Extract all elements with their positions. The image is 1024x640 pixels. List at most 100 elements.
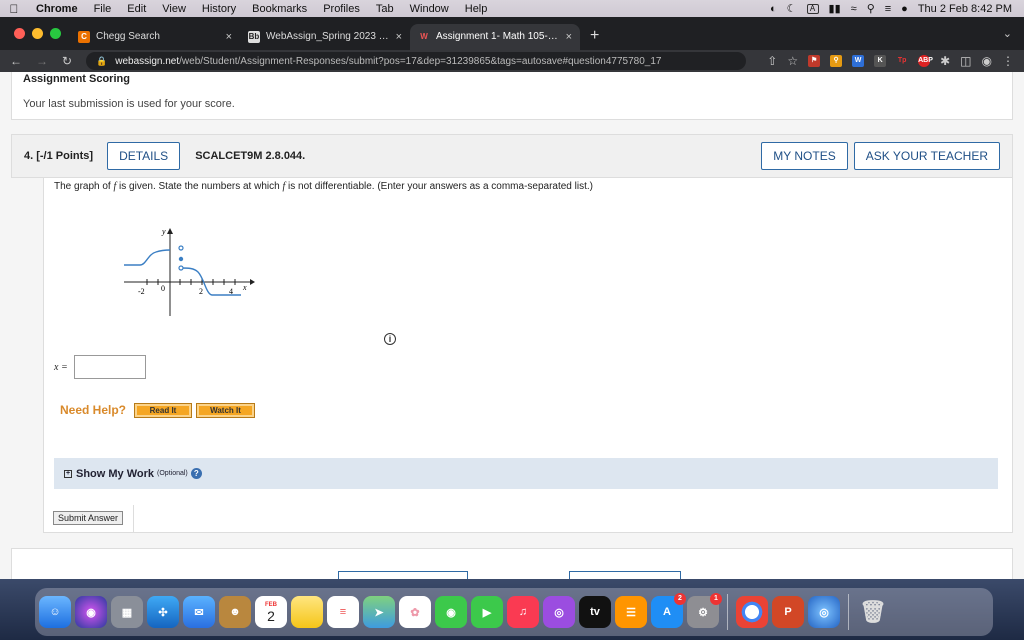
globe-icon[interactable]: ◎	[808, 596, 840, 628]
extension-k-icon[interactable]: K	[874, 55, 887, 67]
menu-edit[interactable]: Edit	[119, 3, 154, 15]
help-question-icon[interactable]: ?	[190, 468, 202, 479]
spotlight-search-icon[interactable]: ⚲	[867, 2, 875, 15]
menu-history[interactable]: History	[194, 3, 244, 15]
profile-avatar-icon[interactable]: ◉	[982, 54, 992, 68]
apple-icon[interactable]: 	[0, 2, 28, 16]
photos-icon[interactable]: ✿	[399, 596, 431, 628]
menu-bookmarks[interactable]: Bookmarks	[244, 3, 315, 15]
powerpoint-icon[interactable]: P	[772, 596, 804, 628]
bookmark-star-icon[interactable]: ☆	[787, 54, 798, 68]
minimize-window-icon[interactable]	[32, 28, 43, 39]
browser-menu-icon[interactable]: ⋮	[1002, 54, 1014, 68]
nav-buttons: ← → ↻	[0, 54, 86, 68]
partial-button-outline[interactable]	[338, 571, 468, 579]
new-tab-button[interactable]: +	[580, 27, 609, 45]
facetime-icon[interactable]: ▶	[471, 596, 503, 628]
system-settings-icon[interactable]: ⚙ 1	[687, 593, 722, 628]
tab-chegg-search[interactable]: C Chegg Search ×	[70, 24, 240, 50]
blackboard-favicon-icon: Bb	[248, 30, 260, 43]
books-icon[interactable]: ☰	[615, 596, 647, 628]
calendar-icon[interactable]: FEB 2	[255, 596, 287, 628]
contacts-icon[interactable]: ☻	[219, 596, 251, 628]
mail-icon[interactable]: ✉	[183, 596, 215, 628]
menu-tab[interactable]: Tab	[368, 3, 402, 15]
wifi-icon[interactable]: ≈	[851, 3, 857, 15]
zoom-window-icon[interactable]	[50, 28, 61, 39]
webassign-page: Assignment Scoring Your last submission …	[0, 72, 1024, 579]
browser-toolbar: ← → ↻ 🔒 webassign.net /web/Student/Assig…	[0, 50, 1024, 72]
tab-title: Chegg Search	[96, 31, 160, 42]
back-arrow-icon[interactable]: ←	[10, 54, 22, 68]
address-bar[interactable]: 🔒 webassign.net /web/Student/Assignment-…	[86, 52, 746, 70]
assignment-scoring-title: Assignment Scoring	[23, 73, 130, 85]
close-tab-icon[interactable]: ×	[226, 31, 232, 43]
chrome-icon[interactable]	[736, 596, 768, 628]
safari-icon[interactable]: ✣	[147, 596, 179, 628]
watch-it-button[interactable]: Watch It	[196, 403, 255, 418]
menu-help[interactable]: Help	[457, 3, 496, 15]
maps-icon[interactable]: ➤	[363, 596, 395, 628]
question-code: SCALCET9M 2.8.044.	[195, 150, 306, 162]
read-it-button[interactable]: Read It	[134, 403, 192, 418]
side-panel-icon[interactable]: ◫	[960, 54, 971, 68]
close-tab-icon[interactable]: ×	[566, 31, 572, 43]
tv-label: tv	[590, 606, 600, 618]
messages-icon[interactable]: ◉	[435, 596, 467, 628]
close-tab-icon[interactable]: ×	[396, 31, 402, 43]
forward-arrow-icon[interactable]: →	[36, 54, 48, 68]
question-text-part: The graph of	[54, 181, 114, 192]
optional-label: (Optional)	[157, 470, 188, 477]
reload-icon[interactable]: ↻	[62, 54, 72, 68]
tab-assignment-1[interactable]: W Assignment 1- Math 105-Sprin ×	[410, 23, 580, 50]
app-store-icon[interactable]: A2	[651, 593, 686, 628]
show-my-work-label[interactable]: Show My Work	[76, 468, 154, 480]
menu-window[interactable]: Window	[402, 3, 457, 15]
question-header: 4. [-/1 Points] DETAILS SCALCET9M 2.8.04…	[11, 134, 1013, 178]
menubar-clock[interactable]: Thu 2 Feb 8:42 PM	[918, 3, 1012, 15]
extensions-puzzle-icon[interactable]: ✱	[940, 54, 950, 68]
reminders-icon[interactable]: ≡	[327, 596, 359, 628]
close-window-icon[interactable]	[14, 28, 25, 39]
notes-icon[interactable]	[291, 596, 323, 628]
finder-icon[interactable]: ☺	[39, 596, 71, 628]
share-icon[interactable]: ⇧	[767, 54, 777, 68]
answer-input[interactable]	[74, 355, 146, 379]
trash-icon[interactable]: 🗑	[857, 596, 889, 628]
menu-view[interactable]: View	[154, 3, 194, 15]
show-my-work-bar[interactable]: + Show My Work (Optional) ?	[54, 458, 998, 489]
adblock-plus-icon[interactable]: ABP	[918, 55, 933, 67]
siri-icon[interactable]: ●	[901, 3, 908, 15]
browser-tabstrip: C Chegg Search × Bb WebAssign_Spring 202…	[0, 17, 1024, 50]
info-icon[interactable]: i	[384, 333, 396, 345]
menu-profiles[interactable]: Profiles	[315, 3, 368, 15]
apple-tv-icon[interactable]: tv	[579, 596, 611, 628]
tab-search-chevron-icon[interactable]: ⌄	[1003, 27, 1024, 40]
extension-flag-icon[interactable]: ⚑	[808, 55, 821, 67]
my-notes-button[interactable]: MY NOTES	[761, 142, 848, 170]
partial-button-outline[interactable]	[569, 571, 681, 579]
extension-tp-icon[interactable]: Tp	[896, 55, 909, 67]
graph-curve-left	[124, 249, 171, 266]
submit-answer-button[interactable]: Submit Answer	[53, 511, 124, 525]
answer-label: x =	[54, 362, 68, 373]
extension-translate-icon[interactable]: W	[852, 55, 865, 67]
siri-app-icon[interactable]: ◉	[75, 596, 107, 628]
menu-file[interactable]: File	[86, 3, 120, 15]
menu-chrome[interactable]: Chrome	[28, 3, 86, 15]
lock-icon[interactable]: 🔒	[96, 56, 107, 67]
ask-your-teacher-button[interactable]: ASK YOUR TEACHER	[853, 142, 1000, 170]
podcasts-icon[interactable]: ◎	[543, 596, 575, 628]
question-text-part: is given. State the numbers at which	[116, 181, 283, 192]
battery-icon[interactable]: ▮▮	[829, 2, 841, 15]
tab-webassign-spring[interactable]: Bb WebAssign_Spring 2023 - Cal ×	[240, 24, 410, 50]
moon-icon[interactable]: ☾	[787, 2, 797, 15]
control-center-icon[interactable]: ≡	[885, 3, 891, 15]
launchpad-icon[interactable]: ▦	[111, 596, 143, 628]
music-icon[interactable]: ♫	[507, 596, 539, 628]
extension-key-icon[interactable]: ⚲	[830, 55, 843, 67]
details-button[interactable]: DETAILS	[107, 142, 181, 170]
expand-plus-icon[interactable]: +	[64, 469, 72, 478]
input-source-icon[interactable]: A	[806, 3, 819, 14]
screen-record-icon[interactable]: ◐	[770, 3, 777, 15]
